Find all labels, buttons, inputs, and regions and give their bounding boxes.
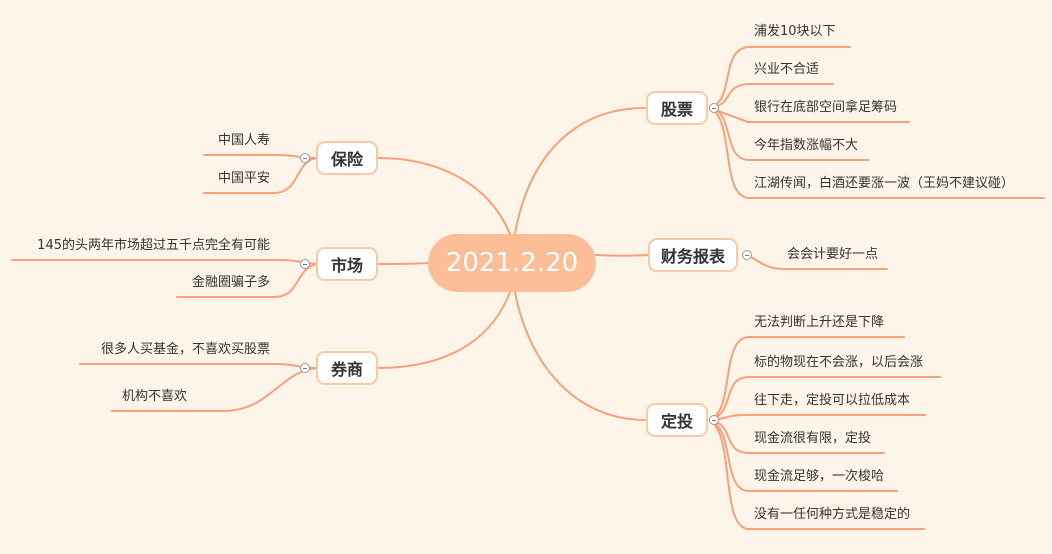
leaf-item[interactable]: 兴业不合适: [754, 62, 819, 78]
leaf-item[interactable]: 现金流很有限，定投: [754, 431, 871, 447]
leaf-item[interactable]: 江湖传闻，白酒还要涨一波（王妈不建议碰）: [754, 176, 1014, 192]
leaf-item[interactable]: 145的头两年市场超过五千点完全有可能: [37, 238, 270, 254]
collapse-quanshang-icon[interactable]: [300, 363, 310, 373]
leaf-item[interactable]: 浦发10块以下: [754, 24, 836, 40]
collapse-caiwu-icon[interactable]: [742, 250, 752, 260]
leaf-item[interactable]: 今年指数涨幅不大: [754, 138, 858, 154]
leaf-item[interactable]: 中国人寿: [218, 133, 270, 149]
topic-caiwu[interactable]: 财务报表: [648, 238, 738, 272]
topic-dingtou[interactable]: 定投: [646, 403, 708, 437]
branch-quanshang: [377, 291, 511, 369]
topic-baoxian[interactable]: 保险: [316, 141, 378, 175]
leaf-item[interactable]: 银行在底部空间拿足筹码: [754, 100, 897, 116]
collapse-baoxian-icon[interactable]: [300, 153, 310, 163]
branch-baoxian: [377, 157, 511, 235]
collapse-dingtou-icon[interactable]: [709, 415, 719, 425]
topic-quanshang[interactable]: 券商: [316, 351, 378, 385]
leaf-item[interactable]: 无法判断上升还是下降: [754, 315, 884, 331]
leaf-item[interactable]: 标的物现在不会涨，以后会涨: [754, 355, 923, 371]
collapse-shichang-icon[interactable]: [300, 259, 310, 269]
central-topic[interactable]: 2021.2.20: [428, 234, 596, 292]
leaf-item[interactable]: 金融圈骗子多: [192, 275, 270, 291]
collapse-gupiao-icon[interactable]: [709, 103, 719, 113]
leaf-item[interactable]: 机构不喜欢: [122, 389, 187, 405]
leaf-item[interactable]: 现金流足够，一次梭哈: [754, 469, 884, 485]
leaf-item[interactable]: 没有一任何种方式是稳定的: [754, 507, 910, 523]
leaf-item[interactable]: 会会计要好一点: [787, 247, 878, 263]
leaf-item[interactable]: 往下走，定投可以拉低成本: [754, 393, 910, 409]
leaf-item[interactable]: 中国平安: [218, 171, 270, 187]
branch-caiwu: [595, 254, 649, 257]
topic-shichang[interactable]: 市场: [316, 247, 378, 281]
topic-gupiao[interactable]: 股票: [646, 91, 708, 125]
branch-gupiao: [514, 107, 646, 235]
branch-shichang: [377, 262, 429, 265]
leaf-item[interactable]: 很多人买基金，不喜欢买股票: [101, 342, 270, 358]
branch-dingtou: [514, 291, 646, 421]
